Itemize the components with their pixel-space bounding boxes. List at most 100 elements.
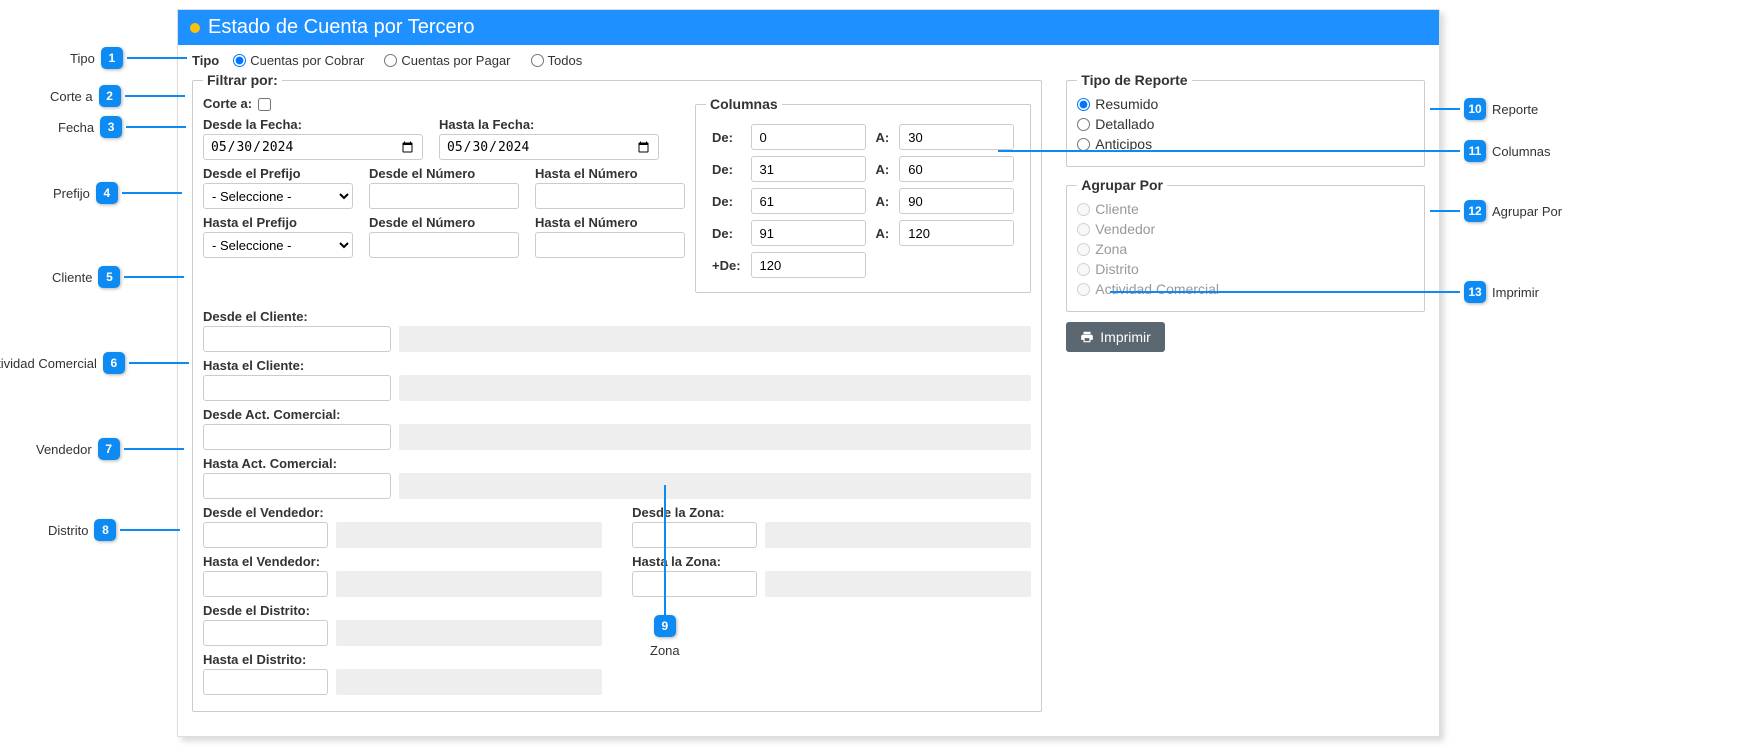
agrupar-cliente-label: Cliente bbox=[1095, 201, 1139, 217]
col-a3-input[interactable] bbox=[899, 188, 1014, 214]
tipo-cxc-radio[interactable] bbox=[233, 54, 246, 67]
desde-distrito-display bbox=[336, 620, 602, 646]
desde-fecha-input[interactable] bbox=[203, 134, 423, 160]
tipo-cxc-option[interactable]: Cuentas por Cobrar bbox=[233, 53, 364, 68]
desde-fecha-label: Desde la Fecha: bbox=[203, 117, 423, 132]
desde-vendedor-display bbox=[336, 522, 602, 548]
status-dot-icon bbox=[190, 23, 200, 33]
page-title: Estado de Cuenta por Tercero bbox=[208, 16, 474, 39]
imprimir-button[interactable]: Imprimir bbox=[1066, 322, 1165, 352]
hasta-cliente-label: Hasta el Cliente: bbox=[203, 358, 1031, 373]
printer-icon bbox=[1080, 330, 1094, 344]
filtrar-fieldset: Filtrar por: Corte a: Desde la Fecha: bbox=[192, 72, 1042, 712]
hasta-zona-label: Hasta la Zona: bbox=[632, 554, 1031, 569]
imprimir-label: Imprimir bbox=[1100, 329, 1151, 345]
hasta-distrito-display bbox=[336, 669, 602, 695]
desde-cliente-label: Desde el Cliente: bbox=[203, 309, 1031, 324]
hasta-fecha-input[interactable] bbox=[439, 134, 659, 160]
desde-zona-display bbox=[765, 522, 1031, 548]
reporte-resumido-option[interactable]: Resumido bbox=[1077, 96, 1414, 112]
col-a4-input[interactable] bbox=[899, 220, 1014, 246]
tipo-cxp-radio[interactable] bbox=[384, 54, 397, 67]
col-a-4: A: bbox=[872, 218, 894, 248]
tipo-todos-radio[interactable] bbox=[531, 54, 544, 67]
callout-4: Prefijo 4 bbox=[53, 182, 182, 204]
callout-12: 12 Agrupar Por bbox=[1430, 200, 1562, 222]
hasta-prefijo-select[interactable]: - Seleccione - bbox=[203, 232, 353, 258]
callout-8: Distrito 8 bbox=[48, 519, 180, 541]
callout-5: Cliente 5 bbox=[52, 266, 184, 288]
desde-numero-label-1: Desde el Número bbox=[369, 166, 519, 181]
hasta-act-code-input[interactable] bbox=[203, 473, 391, 499]
agrupar-zona-label: Zona bbox=[1095, 241, 1127, 257]
desde-prefijo-label: Desde el Prefijo bbox=[203, 166, 353, 181]
panel-header: Estado de Cuenta por Tercero bbox=[178, 10, 1439, 45]
columnas-legend: Columnas bbox=[706, 96, 782, 112]
desde-distrito-code-input[interactable] bbox=[203, 620, 328, 646]
col-d3-input[interactable] bbox=[751, 188, 866, 214]
desde-cliente-code-input[interactable] bbox=[203, 326, 391, 352]
hasta-act-label: Hasta Act. Comercial: bbox=[203, 456, 1031, 471]
callout-6: Actividad Comercial 6 bbox=[0, 352, 189, 374]
col-de-2: De: bbox=[708, 154, 745, 184]
col-d2-input[interactable] bbox=[751, 156, 866, 182]
agrupar-legend: Agrupar Por bbox=[1077, 177, 1167, 193]
hasta-zona-display bbox=[765, 571, 1031, 597]
col-d1-input[interactable] bbox=[751, 124, 866, 150]
hasta-numero-input-1[interactable] bbox=[535, 183, 685, 209]
desde-zona-label: Desde la Zona: bbox=[632, 505, 1031, 520]
reporte-resumido-label: Resumido bbox=[1095, 96, 1158, 112]
columnas-fieldset: Columnas De: A: De: bbox=[695, 96, 1031, 293]
corte-checkbox[interactable] bbox=[258, 98, 271, 111]
col-d4-input[interactable] bbox=[751, 220, 866, 246]
desde-vendedor-code-input[interactable] bbox=[203, 522, 328, 548]
reporte-detallado-label: Detallado bbox=[1095, 116, 1154, 132]
desde-act-label: Desde Act. Comercial: bbox=[203, 407, 1031, 422]
reporte-resumido-radio[interactable] bbox=[1077, 98, 1090, 111]
hasta-prefijo-label: Hasta el Prefijo bbox=[203, 215, 353, 230]
callout-9: 9 Zona bbox=[650, 485, 680, 658]
col-de-1: De: bbox=[708, 122, 745, 152]
tipo-cxc-label: Cuentas por Cobrar bbox=[250, 53, 364, 68]
hasta-numero-label-1: Hasta el Número bbox=[535, 166, 685, 181]
col-de-4: De: bbox=[708, 218, 745, 248]
main-panel: Estado de Cuenta por Tercero Tipo Cuenta… bbox=[177, 9, 1440, 737]
agrupar-distrito-radio bbox=[1077, 263, 1090, 276]
hasta-numero-input-2[interactable] bbox=[535, 232, 685, 258]
callout-7: Vendedor 7 bbox=[36, 438, 184, 460]
hasta-vendedor-display bbox=[336, 571, 602, 597]
reporte-detallado-radio[interactable] bbox=[1077, 118, 1090, 131]
hasta-vendedor-code-input[interactable] bbox=[203, 571, 328, 597]
callout-11: 11 Columnas bbox=[998, 140, 1551, 162]
col-d5-input[interactable] bbox=[751, 252, 866, 278]
desde-act-code-input[interactable] bbox=[203, 424, 391, 450]
agrupar-cliente-radio bbox=[1077, 203, 1090, 216]
callout-2: Corte a 2 bbox=[50, 85, 185, 107]
desde-vendedor-label: Desde el Vendedor: bbox=[203, 505, 602, 520]
desde-cliente-display bbox=[399, 326, 1031, 352]
desde-numero-input-2[interactable] bbox=[369, 232, 519, 258]
agrupar-zona-option: Zona bbox=[1077, 241, 1414, 257]
col-de-3: De: bbox=[708, 186, 745, 216]
callout-13: 13 Imprimir bbox=[1110, 281, 1539, 303]
col-masde: +De: bbox=[708, 250, 745, 280]
callout-10: 10 Reporte bbox=[1430, 98, 1538, 120]
reporte-legend: Tipo de Reporte bbox=[1077, 72, 1191, 88]
tipo-todos-label: Todos bbox=[548, 53, 583, 68]
filtrar-legend: Filtrar por: bbox=[203, 72, 282, 88]
callout-3: Fecha 3 bbox=[58, 116, 186, 138]
agrupar-vendedor-option: Vendedor bbox=[1077, 221, 1414, 237]
agrupar-distrito-label: Distrito bbox=[1095, 261, 1139, 277]
hasta-numero-label-2: Hasta el Número bbox=[535, 215, 685, 230]
tipo-todos-option[interactable]: Todos bbox=[531, 53, 583, 68]
hasta-cliente-display bbox=[399, 375, 1031, 401]
hasta-distrito-code-input[interactable] bbox=[203, 669, 328, 695]
tipo-cxp-option[interactable]: Cuentas por Pagar bbox=[384, 53, 510, 68]
tipo-label: Tipo bbox=[192, 53, 219, 68]
desde-numero-input-1[interactable] bbox=[369, 183, 519, 209]
hasta-fecha-label: Hasta la Fecha: bbox=[439, 117, 659, 132]
agrupar-vendedor-label: Vendedor bbox=[1095, 221, 1155, 237]
reporte-detallado-option[interactable]: Detallado bbox=[1077, 116, 1414, 132]
hasta-cliente-code-input[interactable] bbox=[203, 375, 391, 401]
desde-prefijo-select[interactable]: - Seleccione - bbox=[203, 183, 353, 209]
